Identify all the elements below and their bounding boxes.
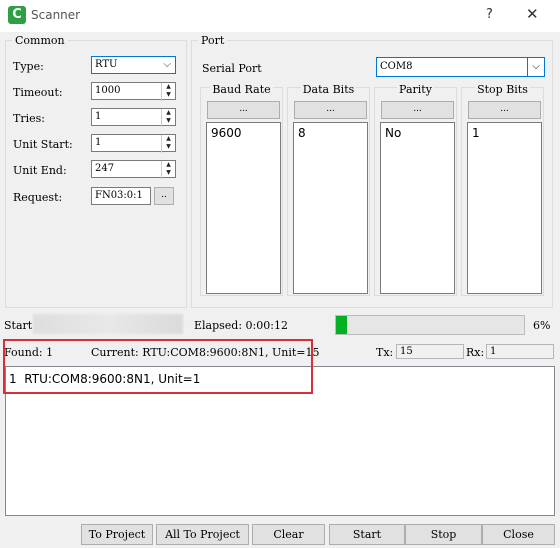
close-button[interactable]: Close	[482, 524, 555, 545]
request-input[interactable]: FN03:0:1	[91, 187, 151, 205]
spin-down-icon[interactable]: ▼	[162, 169, 175, 177]
type-value: RTU	[95, 59, 118, 70]
serial-port-select[interactable]: COM8 ⌵	[376, 57, 545, 77]
unit-end-spin-buttons[interactable]: ▲ ▼	[161, 161, 175, 179]
baud-rate-header: Baud Rate	[210, 83, 273, 96]
timeout-spin-buttons[interactable]: ▲ ▼	[161, 83, 175, 101]
list-item[interactable]: 1	[472, 126, 537, 140]
list-item[interactable]: 8	[298, 126, 363, 140]
unit-end-spinbox[interactable]: 247 ▲ ▼	[91, 160, 176, 179]
stop-button[interactable]: Stop	[405, 524, 482, 545]
to-project-button[interactable]: To Project	[81, 524, 153, 545]
rx-label: Rx:	[466, 346, 485, 359]
all-to-project-button[interactable]: All To Project	[156, 524, 249, 545]
data-bits-list[interactable]: 8	[293, 122, 368, 294]
type-select[interactable]: RTU ⌵	[91, 56, 176, 74]
list-item[interactable]: 9600	[211, 126, 276, 140]
timeout-label: Timeout:	[13, 86, 63, 99]
baud-rate-list[interactable]: 9600	[206, 122, 281, 294]
start-button[interactable]: Start	[329, 524, 405, 545]
close-icon[interactable]: ✕	[526, 5, 539, 23]
start-label: Start	[4, 319, 33, 332]
spin-down-icon[interactable]: ▼	[162, 117, 175, 125]
unit-end-label: Unit End:	[13, 164, 67, 177]
app-icon: C	[8, 6, 26, 24]
tries-value: 1	[95, 111, 102, 122]
stop-bits-button[interactable]: ...	[468, 101, 541, 119]
spin-up-icon[interactable]: ▲	[162, 161, 175, 169]
help-icon[interactable]: ?	[486, 7, 493, 22]
timeout-spinbox[interactable]: 1000 ▲ ▼	[91, 82, 176, 101]
common-legend: Common	[15, 34, 65, 47]
parity-header: Parity	[397, 83, 434, 96]
unit-start-spinbox[interactable]: 1 ▲ ▼	[91, 134, 176, 153]
parity-button[interactable]: ...	[381, 101, 454, 119]
window-title: Scanner	[31, 8, 81, 22]
tries-label: Tries:	[13, 112, 45, 125]
spin-up-icon[interactable]: ▲	[162, 109, 175, 117]
type-label: Type:	[13, 60, 44, 73]
request-label: Request:	[13, 191, 63, 204]
tx-field: 15	[396, 344, 464, 359]
data-bits-header: Data Bits	[300, 83, 357, 96]
unit-start-label: Unit Start:	[13, 138, 73, 151]
start-time-redacted	[33, 314, 183, 334]
unit-start-spin-buttons[interactable]: ▲ ▼	[161, 135, 175, 153]
clear-button[interactable]: Clear	[252, 524, 325, 545]
parity-list[interactable]: No	[380, 122, 455, 294]
tx-label: Tx:	[376, 346, 394, 359]
unit-start-value: 1	[95, 137, 102, 148]
highlight-box	[3, 339, 313, 394]
spin-down-icon[interactable]: ▼	[162, 91, 175, 99]
serial-port-value: COM8	[380, 61, 413, 72]
elapsed-text: Elapsed: 0:00:12	[194, 319, 288, 332]
spin-up-icon[interactable]: ▲	[162, 135, 175, 143]
timeout-value: 1000	[95, 85, 121, 96]
chevron-down-icon: ⌵	[163, 59, 171, 70]
serial-port-label: Serial Port	[202, 62, 262, 75]
data-bits-button[interactable]: ...	[294, 101, 367, 119]
stop-bits-list[interactable]: 1	[467, 122, 542, 294]
baud-rate-button[interactable]: ...	[207, 101, 280, 119]
rx-field: 1	[486, 344, 554, 359]
list-item[interactable]: No	[385, 126, 450, 140]
progress-fill	[336, 316, 348, 334]
progress-bar	[335, 315, 525, 335]
tries-spinbox[interactable]: 1 ▲ ▼	[91, 108, 176, 127]
request-browse-button[interactable]: ..	[154, 187, 174, 205]
spin-up-icon[interactable]: ▲	[162, 83, 175, 91]
tries-spin-buttons[interactable]: ▲ ▼	[161, 109, 175, 127]
title-bar: C Scanner ? ✕	[0, 0, 560, 32]
chevron-down-icon[interactable]: ⌵	[527, 58, 544, 76]
progress-percent-text: 6%	[533, 319, 551, 332]
spin-down-icon[interactable]: ▼	[162, 143, 175, 151]
port-legend: Port	[201, 34, 225, 47]
unit-end-value: 247	[95, 163, 115, 174]
stop-bits-header: Stop Bits	[475, 83, 530, 96]
